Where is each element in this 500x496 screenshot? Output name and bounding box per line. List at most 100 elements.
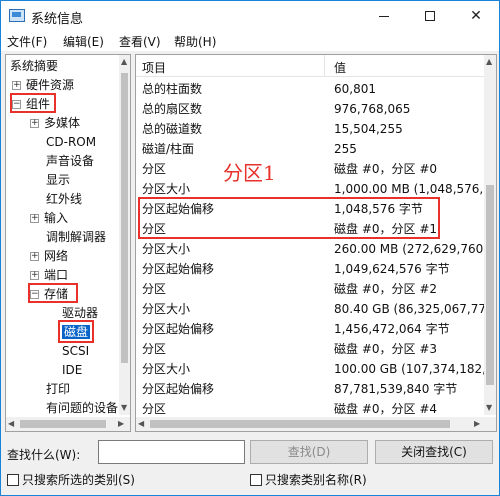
scroll-left-icon[interactable]: ◀ [138, 419, 144, 428]
scroll-left-icon[interactable]: ◀ [8, 419, 14, 428]
row-value: 976,768,065 [334, 102, 411, 116]
search-selected-category-label: 只搜索所选的类别(S) [22, 473, 135, 487]
expand-icon[interactable]: + [30, 119, 39, 128]
row-item: 分区起始偏移 [142, 382, 215, 396]
table-row[interactable]: 磁道/柱面 255 [136, 139, 484, 159]
row-item: 总的扇区数 [142, 102, 203, 116]
table-row[interactable]: 分区大小 100.00 GB (107,374,182,40 [136, 359, 496, 379]
find-button[interactable]: 查找(D) [250, 440, 368, 464]
row-value: 磁盘 #0，分区 #0 [334, 162, 438, 176]
row-value: 260.00 MB (272,629,760 字 [334, 242, 497, 256]
row-value: 磁盘 #0，分区 #4 [334, 402, 438, 416]
menu-help[interactable]: 帮助(H) [174, 33, 216, 50]
row-item: 总的柱面数 [142, 82, 203, 96]
column-separator[interactable] [324, 55, 325, 77]
title-bar[interactable]: 系统信息 ✕ [1, 1, 499, 31]
table-row[interactable]: 分区 磁盘 #0，分区 #2 [136, 279, 484, 299]
row-item: 分区起始偏移 [142, 322, 215, 336]
tree-item-cdrom[interactable]: CD-ROM [46, 133, 96, 152]
scroll-right-icon[interactable]: ▶ [474, 419, 480, 428]
expand-icon[interactable]: + [12, 81, 21, 90]
row-value: 15,504,255 [334, 122, 403, 136]
expand-icon[interactable]: + [30, 252, 39, 261]
table-row[interactable]: 分区大小 80.40 GB (86,325,067,776 字 [136, 299, 496, 319]
tree-item-multimedia[interactable]: + 多媒体 [30, 114, 120, 133]
table-row[interactable]: 分区 磁盘 #0，分区 #0 [136, 159, 484, 179]
list-header: 项目 值 [136, 55, 484, 77]
table-row[interactable]: 分区 磁盘 #0，分区 #3 [136, 339, 484, 359]
list-vertical-scrollbar[interactable]: ▲ ▼ [484, 55, 496, 415]
tree-item-system-summary[interactable]: 系统摘要 [10, 57, 58, 76]
list-vertical-scroll-thumb[interactable] [486, 185, 494, 385]
column-header-item[interactable]: 项目 [142, 59, 166, 76]
menu-edit[interactable]: 编辑(E) [63, 33, 104, 50]
table-row[interactable]: 分区起始偏移 87,781,539,840 字节 [136, 379, 484, 399]
category-tree[interactable]: 系统摘要 + 硬件资源 − 组件 + 多媒体 CD-ROM 声音设备 显示 红外… [5, 54, 131, 432]
table-row[interactable]: 分区起始偏移 1,049,624,576 字节 [136, 259, 484, 279]
tree-vertical-scrollbar[interactable]: ▲ ▼ [119, 55, 130, 415]
search-selected-category-option[interactable]: 只搜索所选的类别(S) [7, 472, 207, 488]
annotation-box-storage [28, 283, 78, 303]
table-row[interactable]: 分区大小 260.00 MB (272,629,760 字 [136, 239, 496, 259]
tree-item-label: 驱动器 [62, 306, 99, 320]
find-what-input[interactable] [98, 440, 245, 464]
maximize-button[interactable] [407, 1, 453, 31]
close-find-button[interactable]: 关闭查找(C) [375, 440, 493, 464]
search-category-names-option[interactable]: 只搜索类别名称(R) [250, 472, 450, 488]
tree-item-label: CD-ROM [46, 135, 97, 149]
tree-item-label: 显示 [46, 173, 71, 187]
minimize-button[interactable] [361, 1, 407, 31]
tree-item-label: 网络 [44, 249, 69, 263]
tree-vertical-scroll-thumb[interactable] [121, 73, 128, 363]
scroll-down-icon[interactable]: ▼ [121, 403, 127, 412]
expand-icon[interactable]: + [30, 271, 39, 280]
table-row[interactable]: 分区大小 1,000.00 MB (1,048,576,00 [136, 179, 496, 199]
find-what-label: 查找什么(W): [7, 448, 81, 462]
tree-item-ide[interactable]: IDE [62, 361, 82, 380]
row-value: 磁盘 #0，分区 #3 [334, 342, 438, 356]
tree-item-label: 输入 [44, 211, 69, 225]
row-value: 60,801 [334, 82, 376, 96]
annotation-box-partition-1 [138, 197, 440, 239]
scroll-up-icon[interactable]: ▲ [486, 57, 492, 66]
menu-view[interactable]: 查看(V) [119, 33, 161, 50]
scroll-up-icon[interactable]: ▲ [121, 57, 127, 66]
system-info-window: 系统信息 ✕ 文件(F) 编辑(E) 查看(V) 帮助(H) 系统摘要 + 硬件… [0, 0, 500, 496]
tree-item-sound-devices[interactable]: 声音设备 [46, 152, 94, 171]
table-row[interactable]: 总的扇区数 976,768,065 [136, 99, 484, 119]
tree-item-printing[interactable]: 打印 [46, 380, 70, 399]
table-row[interactable]: 分区起始偏移 1,456,472,064 字节 [136, 319, 484, 339]
row-value: 100.00 GB (107,374,182,40 [334, 362, 497, 376]
table-row[interactable]: 总的柱面数 60,801 [136, 79, 484, 99]
window-title: 系统信息 [31, 12, 84, 27]
tree-item-modems[interactable]: 调制解调器 [46, 228, 106, 247]
maximize-icon [425, 11, 435, 21]
search-selected-category-checkbox[interactable] [7, 474, 19, 486]
table-row[interactable]: 分区 磁盘 #0，分区 #4 [136, 399, 484, 419]
tree-item-label: 打印 [46, 382, 71, 396]
table-row[interactable]: 总的磁道数 15,504,255 [136, 119, 484, 139]
tree-horizontal-scroll-thumb[interactable] [20, 420, 106, 428]
expand-icon[interactable]: + [30, 214, 39, 223]
tree-horizontal-scrollbar[interactable]: ◀ ▶ [6, 417, 130, 431]
tree-item-problem-devices[interactable]: 有问题的设备 [46, 399, 118, 418]
menu-bar: 文件(F) 编辑(E) 查看(V) 帮助(H) [1, 31, 499, 51]
row-value: 1,049,624,576 字节 [334, 262, 450, 276]
close-button[interactable]: ✕ [453, 1, 499, 31]
tree-item-infrared[interactable]: 红外线 [46, 190, 82, 209]
details-list[interactable]: 项目 值 总的柱面数 60,801 总的扇区数 976,768,065 总的磁道数 1… [135, 54, 497, 432]
search-category-names-checkbox[interactable] [250, 474, 262, 486]
tree-item-label: 声音设备 [46, 154, 95, 168]
tree-item-input[interactable]: + 输入 [30, 209, 120, 228]
row-value: 磁盘 #0，分区 #2 [334, 282, 438, 296]
tree-item-scsi[interactable]: SCSI [62, 342, 89, 361]
tree-item-display[interactable]: 显示 [46, 171, 70, 190]
list-horizontal-scrollbar[interactable]: ◀ ▶ [136, 417, 496, 431]
menu-file[interactable]: 文件(F) [7, 33, 47, 50]
column-header-value[interactable]: 值 [334, 59, 346, 76]
tree-item-label: 多媒体 [44, 116, 81, 130]
list-horizontal-scroll-thumb[interactable] [150, 420, 450, 428]
tree-item-network[interactable]: + 网络 [30, 247, 120, 266]
scroll-right-icon[interactable]: ▶ [118, 419, 124, 428]
scroll-down-icon[interactable]: ▼ [486, 403, 492, 412]
